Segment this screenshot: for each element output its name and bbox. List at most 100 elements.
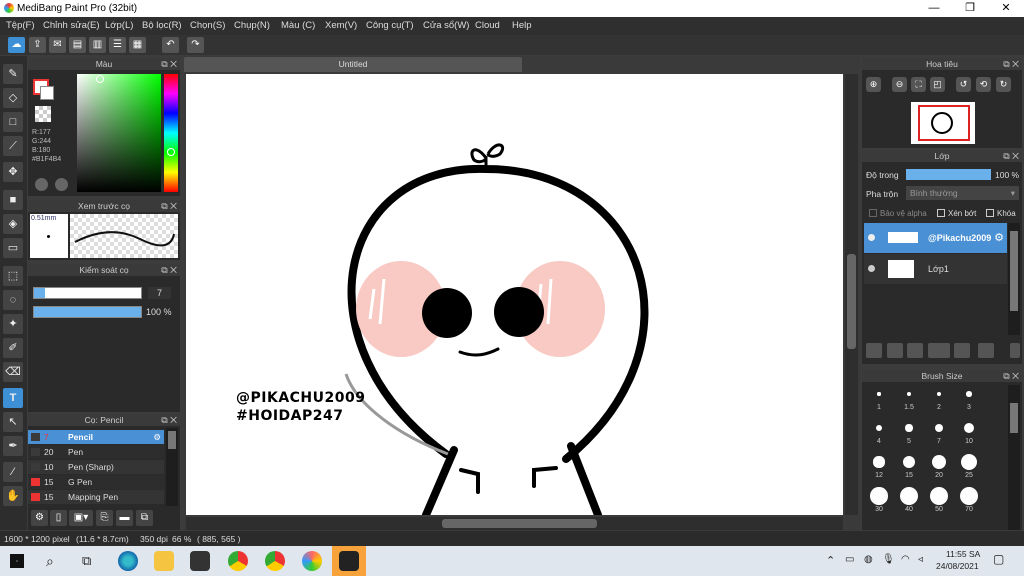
- brush-size-option[interactable]: 40: [896, 486, 922, 513]
- hand-tool-icon[interactable]: ✋: [3, 486, 23, 506]
- task-view-icon[interactable]: ⧉: [82, 553, 91, 569]
- lasso-tool-icon[interactable]: ◌: [3, 290, 23, 310]
- brush-size-option[interactable]: 50: [926, 486, 952, 513]
- upload-icon[interactable]: ⇪: [29, 37, 46, 53]
- layer-opacity-slider[interactable]: [906, 169, 991, 180]
- eyedropper-icon[interactable]: ⁄: [3, 462, 23, 482]
- brush-tool-icon[interactable]: ✎: [3, 64, 23, 84]
- panel-close-icon[interactable]: ⧉ ✕: [161, 58, 177, 70]
- gear-icon[interactable]: ⚙: [994, 231, 1004, 244]
- brush-size-value[interactable]: 7: [148, 287, 171, 299]
- brush-duplicate-icon[interactable]: ⎘: [96, 510, 113, 526]
- bucket-tool-icon[interactable]: ◈: [3, 214, 23, 234]
- select-pen-icon[interactable]: ✐: [3, 338, 23, 358]
- zoom-in-icon[interactable]: ⊕: [866, 77, 881, 92]
- search-icon[interactable]: ⌕: [46, 553, 54, 570]
- brush-list-item[interactable]: 7 Pencil ⚙: [28, 430, 164, 444]
- new-layer-icon[interactable]: [866, 343, 882, 358]
- brush-size-option[interactable]: 30: [866, 486, 892, 513]
- wifi-icon[interactable]: ◠: [901, 554, 910, 565]
- brush-list-item[interactable]: 15 G Pen: [28, 475, 164, 489]
- folder-icon[interactable]: [954, 343, 970, 358]
- panel-close-icon[interactable]: ⧉ ✕: [1003, 150, 1019, 162]
- text-tool-icon[interactable]: T: [3, 388, 23, 408]
- brush-size-option[interactable]: 15: [896, 452, 922, 479]
- select-rect-tool-icon[interactable]: ⬚: [3, 266, 23, 286]
- brush-folder-icon[interactable]: ▬: [116, 510, 133, 526]
- menu-cloud[interactable]: Cloud: [475, 20, 500, 31]
- drawing-canvas[interactable]: @PIKACHU2009 #HOIDAP247: [186, 74, 843, 515]
- menu-edit[interactable]: Chỉnh sửa(E): [43, 20, 100, 31]
- eye-icon[interactable]: [868, 265, 875, 272]
- menu-view[interactable]: Xem(V): [325, 20, 357, 31]
- brush-new-icon[interactable]: ▯: [50, 510, 67, 526]
- hue-cursor[interactable]: [167, 148, 175, 156]
- document-tab[interactable]: Untitled: [184, 57, 522, 72]
- cloud-icon[interactable]: ☁: [8, 37, 25, 53]
- notification-icon[interactable]: ▢: [993, 552, 1004, 566]
- brush-size-option[interactable]: 2: [926, 384, 952, 411]
- panel-close-icon[interactable]: ⧉ ✕: [1003, 58, 1019, 70]
- brush-add-icon[interactable]: ⚙: [31, 510, 48, 526]
- brush-menu-icon[interactable]: ▣▾: [69, 510, 93, 526]
- windows-start-icon[interactable]: [10, 554, 24, 568]
- sv-cursor[interactable]: [96, 75, 104, 83]
- panel-close-icon[interactable]: ⧉ ✕: [161, 414, 177, 426]
- clock-time[interactable]: 11:55 SA: [946, 549, 980, 559]
- color-settings-icon[interactable]: [55, 178, 68, 191]
- new-halftone-layer-icon[interactable]: [887, 343, 903, 358]
- lock-checkbox[interactable]: [986, 209, 994, 217]
- brush-size-option[interactable]: 7: [926, 418, 952, 445]
- move-tool-icon[interactable]: ✥: [3, 162, 23, 182]
- store-icon[interactable]: [190, 551, 210, 571]
- brush-size-option[interactable]: 20: [926, 452, 952, 479]
- reset-rotation-icon[interactable]: ⟲: [976, 77, 991, 92]
- duplicate-layer-icon[interactable]: [978, 343, 994, 358]
- minimize-button[interactable]: —: [917, 0, 951, 17]
- pen-curve-tool-icon[interactable]: ⟋: [3, 136, 23, 156]
- brush-size-option[interactable]: 3: [956, 384, 982, 411]
- layer-scrollbar[interactable]: [1008, 223, 1020, 335]
- layer-item[interactable]: @Pikachu2009 ⚙: [864, 223, 1007, 253]
- clipping-checkbox[interactable]: [937, 209, 945, 217]
- select-eraser-icon[interactable]: ⌫: [3, 362, 23, 382]
- panel-close-icon[interactable]: ⧉ ✕: [1003, 370, 1019, 382]
- clock-date[interactable]: 24/08/2021: [936, 561, 979, 571]
- redo-button[interactable]: ↷: [187, 37, 204, 53]
- transparent-swatch[interactable]: [35, 106, 51, 122]
- brush-size-option[interactable]: 12: [866, 452, 892, 479]
- microphone-icon[interactable]: 🎙: [882, 554, 895, 565]
- panel-close-icon[interactable]: ⧉ ✕: [161, 200, 177, 212]
- brush-size-scrollbar[interactable]: [1008, 385, 1020, 530]
- menu-window[interactable]: Cửa sổ(W): [423, 20, 469, 31]
- actual-size-icon[interactable]: ◰: [930, 77, 945, 92]
- menu-file[interactable]: Tệp(F): [6, 20, 35, 31]
- canvas-vertical-scrollbar[interactable]: [845, 74, 858, 515]
- brush-list-item[interactable]: 15 Mapping Pen: [28, 490, 164, 504]
- brush-size-option[interactable]: 70: [956, 486, 982, 513]
- brush-size-option[interactable]: 5: [896, 418, 922, 445]
- eye-icon[interactable]: [868, 234, 875, 241]
- list-icon[interactable]: ☰: [109, 37, 126, 53]
- gear-icon[interactable]: ⚙: [153, 430, 161, 444]
- battery-icon[interactable]: ▭: [845, 554, 854, 565]
- comment-icon[interactable]: ✉: [49, 37, 66, 53]
- rotate-left-icon[interactable]: ↺: [956, 77, 971, 92]
- file-explorer-icon[interactable]: [154, 551, 174, 571]
- chrome-icon[interactable]: [228, 551, 248, 571]
- meet-icon[interactable]: ◍: [864, 554, 873, 565]
- dropper-icon[interactable]: ✒: [3, 436, 23, 456]
- gradient-tool-icon[interactable]: ▭: [3, 238, 23, 258]
- brush-size-option[interactable]: 1: [866, 384, 892, 411]
- eraser-tool-icon[interactable]: ◇: [3, 88, 23, 108]
- close-button[interactable]: ✕: [989, 0, 1023, 17]
- blend-mode-select[interactable]: Bình thường ▾: [906, 186, 1019, 200]
- canvas-horizontal-scrollbar[interactable]: [186, 517, 843, 530]
- layer-more-icon[interactable]: [1010, 343, 1020, 358]
- operation-tool-icon[interactable]: ↖: [3, 412, 23, 432]
- brush-size-slider[interactable]: [33, 287, 142, 299]
- menu-tools[interactable]: Công cụ(T): [366, 20, 414, 31]
- menu-capture[interactable]: Chụp(N): [234, 20, 270, 31]
- hue-slider[interactable]: [164, 74, 178, 192]
- document-icon[interactable]: ▥: [89, 37, 106, 53]
